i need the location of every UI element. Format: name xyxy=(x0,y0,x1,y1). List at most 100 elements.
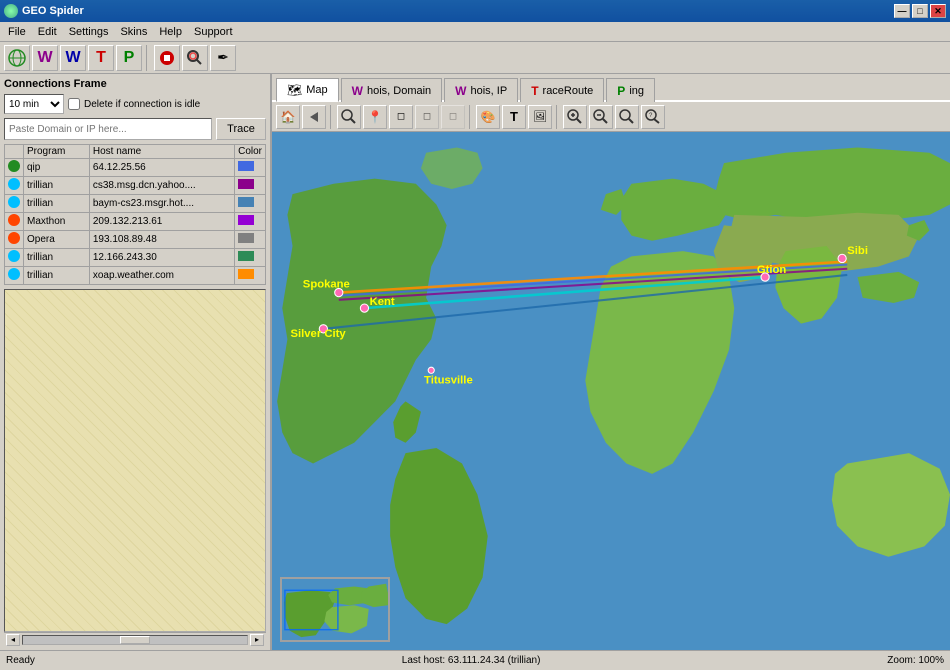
map-select2[interactable]: ◻ xyxy=(415,105,439,129)
map-zoom-in[interactable] xyxy=(563,105,587,129)
main-area: Connections Frame 10 min 5 min 30 min 1 … xyxy=(0,74,950,650)
status-bar: Ready Last host: 63.111.24.34 (trillian)… xyxy=(0,650,950,670)
tab-map[interactable]: 🗺 Map xyxy=(276,78,339,102)
map-home[interactable]: 🏠 xyxy=(276,105,300,129)
table-row: trillian xoap.weather.com xyxy=(5,267,266,285)
paste-row: Trace xyxy=(4,118,266,140)
map-image[interactable]: 🖼 xyxy=(528,105,552,129)
scroll-track[interactable] xyxy=(22,635,248,645)
h-scrollbar: ◂ ▸ xyxy=(4,632,266,646)
map-tab-icon: 🗺 xyxy=(287,83,302,97)
row-program: Maxthon xyxy=(24,213,90,231)
row-program: qip xyxy=(24,159,90,177)
map-color[interactable]: 🎨 xyxy=(476,105,500,129)
menu-help[interactable]: Help xyxy=(153,25,188,39)
row-host: 193.108.89.48 xyxy=(89,231,234,249)
svg-text:Kent: Kent xyxy=(370,296,395,308)
map-select1[interactable]: ◻ xyxy=(389,105,413,129)
row-color xyxy=(235,177,266,195)
app-title: GEO Spider xyxy=(22,5,84,17)
row-program: Opera xyxy=(24,231,90,249)
scroll-right[interactable]: ▸ xyxy=(250,634,264,646)
left-panel: Connections Frame 10 min 5 min 30 min 1 … xyxy=(0,74,272,650)
col-color: Color xyxy=(235,145,266,159)
map-sep1 xyxy=(330,105,333,129)
toolbar-p[interactable]: P xyxy=(116,45,142,71)
menu-settings[interactable]: Settings xyxy=(63,25,115,39)
tab-ping[interactable]: P ing xyxy=(606,78,655,102)
map-sep2 xyxy=(469,105,472,129)
col-program: Program xyxy=(24,145,90,159)
menu-support[interactable]: Support xyxy=(188,25,239,39)
time-select[interactable]: 10 min 5 min 30 min 1 hr xyxy=(4,94,64,114)
map-zoom-fit[interactable] xyxy=(615,105,639,129)
delete-idle-label: Delete if connection is idle xyxy=(84,99,200,110)
map-select3[interactable]: ◻ xyxy=(441,105,465,129)
row-icon xyxy=(5,231,24,249)
map-zoom-out[interactable] xyxy=(589,105,613,129)
toolbar-search[interactable] xyxy=(182,45,208,71)
row-program: trillian xyxy=(24,177,90,195)
main-toolbar: W W T P ✒ xyxy=(0,42,950,74)
map-back[interactable] xyxy=(302,105,326,129)
menu-file[interactable]: File xyxy=(2,25,32,39)
right-panel: 🗺 Map W hois, Domain W hois, IP T raceRo… xyxy=(272,74,950,650)
svg-text:Sibi: Sibi xyxy=(847,245,868,257)
table-row: qip 64.12.25.56 xyxy=(5,159,266,177)
scroll-left[interactable]: ◂ xyxy=(6,634,20,646)
table-row: Maxthon 209.132.213.61 xyxy=(5,213,266,231)
tab-traceroute[interactable]: T raceRoute xyxy=(520,78,604,102)
connections-table: Program Host name Color qip 64.12.25.56 … xyxy=(4,144,266,285)
world-map-svg: Spokane Kent Silver City Titusville Gtio… xyxy=(272,132,950,650)
tab-whois-domain[interactable]: W hois, Domain xyxy=(341,78,443,102)
scroll-thumb[interactable] xyxy=(120,636,150,644)
col-icon xyxy=(5,145,24,159)
toolbar-sep1 xyxy=(146,45,150,71)
row-icon xyxy=(5,177,24,195)
row-icon xyxy=(5,213,24,231)
map-sep3 xyxy=(556,105,559,129)
toolbar-t[interactable]: T xyxy=(88,45,114,71)
connections-body: qip 64.12.25.56 trillian cs38.msg.dcn.ya… xyxy=(5,159,266,285)
toolbar-pen[interactable]: ✒ xyxy=(210,45,236,71)
row-host: 64.12.25.56 xyxy=(89,159,234,177)
title-bar: GEO Spider — □ ✕ xyxy=(0,0,950,22)
traceroute-tab-label: raceRoute xyxy=(543,85,594,97)
texture-area xyxy=(4,289,266,632)
maximize-button[interactable]: □ xyxy=(912,4,928,18)
row-color xyxy=(235,231,266,249)
tab-bar: 🗺 Map W hois, Domain W hois, IP T raceRo… xyxy=(272,74,950,102)
map-zoom-custom[interactable]: ? xyxy=(641,105,665,129)
close-button[interactable]: ✕ xyxy=(930,4,946,18)
map-text[interactable]: T xyxy=(502,105,526,129)
row-program: trillian xyxy=(24,267,90,285)
toolbar-globe[interactable] xyxy=(4,45,30,71)
row-color xyxy=(235,249,266,267)
connections-label: Connections Frame xyxy=(4,78,266,90)
whois-ip-tab-icon: W xyxy=(455,84,466,98)
row-color xyxy=(235,267,266,285)
map-pin[interactable]: 📍 xyxy=(363,105,387,129)
mini-map-inner xyxy=(282,579,388,640)
toolbar-w2[interactable]: W xyxy=(60,45,86,71)
connection-controls: 10 min 5 min 30 min 1 hr Delete if conne… xyxy=(4,94,266,114)
map-find[interactable] xyxy=(337,105,361,129)
table-row: trillian baym-cs23.msgr.hot.... xyxy=(5,195,266,213)
whois-domain-tab-label: hois, Domain xyxy=(367,85,431,97)
map-area[interactable]: Spokane Kent Silver City Titusville Gtio… xyxy=(272,132,950,650)
trace-button[interactable]: Trace xyxy=(216,118,266,140)
row-color xyxy=(235,213,266,231)
ping-tab-icon: P xyxy=(617,84,625,98)
minimize-button[interactable]: — xyxy=(894,4,910,18)
map-toolbar: 🏠 📍 ◻ ◻ ◻ 🎨 T 🖼 xyxy=(272,102,950,132)
paste-input[interactable] xyxy=(4,118,212,140)
toolbar-stop[interactable] xyxy=(154,45,180,71)
tab-whois-ip[interactable]: W hois, IP xyxy=(444,78,518,102)
toolbar-w1[interactable]: W xyxy=(32,45,58,71)
menu-edit[interactable]: Edit xyxy=(32,25,63,39)
title-controls[interactable]: — □ ✕ xyxy=(894,4,946,18)
app-icon xyxy=(4,4,18,18)
menu-skins[interactable]: Skins xyxy=(114,25,153,39)
row-host: baym-cs23.msgr.hot.... xyxy=(89,195,234,213)
delete-idle-checkbox[interactable] xyxy=(68,98,80,110)
